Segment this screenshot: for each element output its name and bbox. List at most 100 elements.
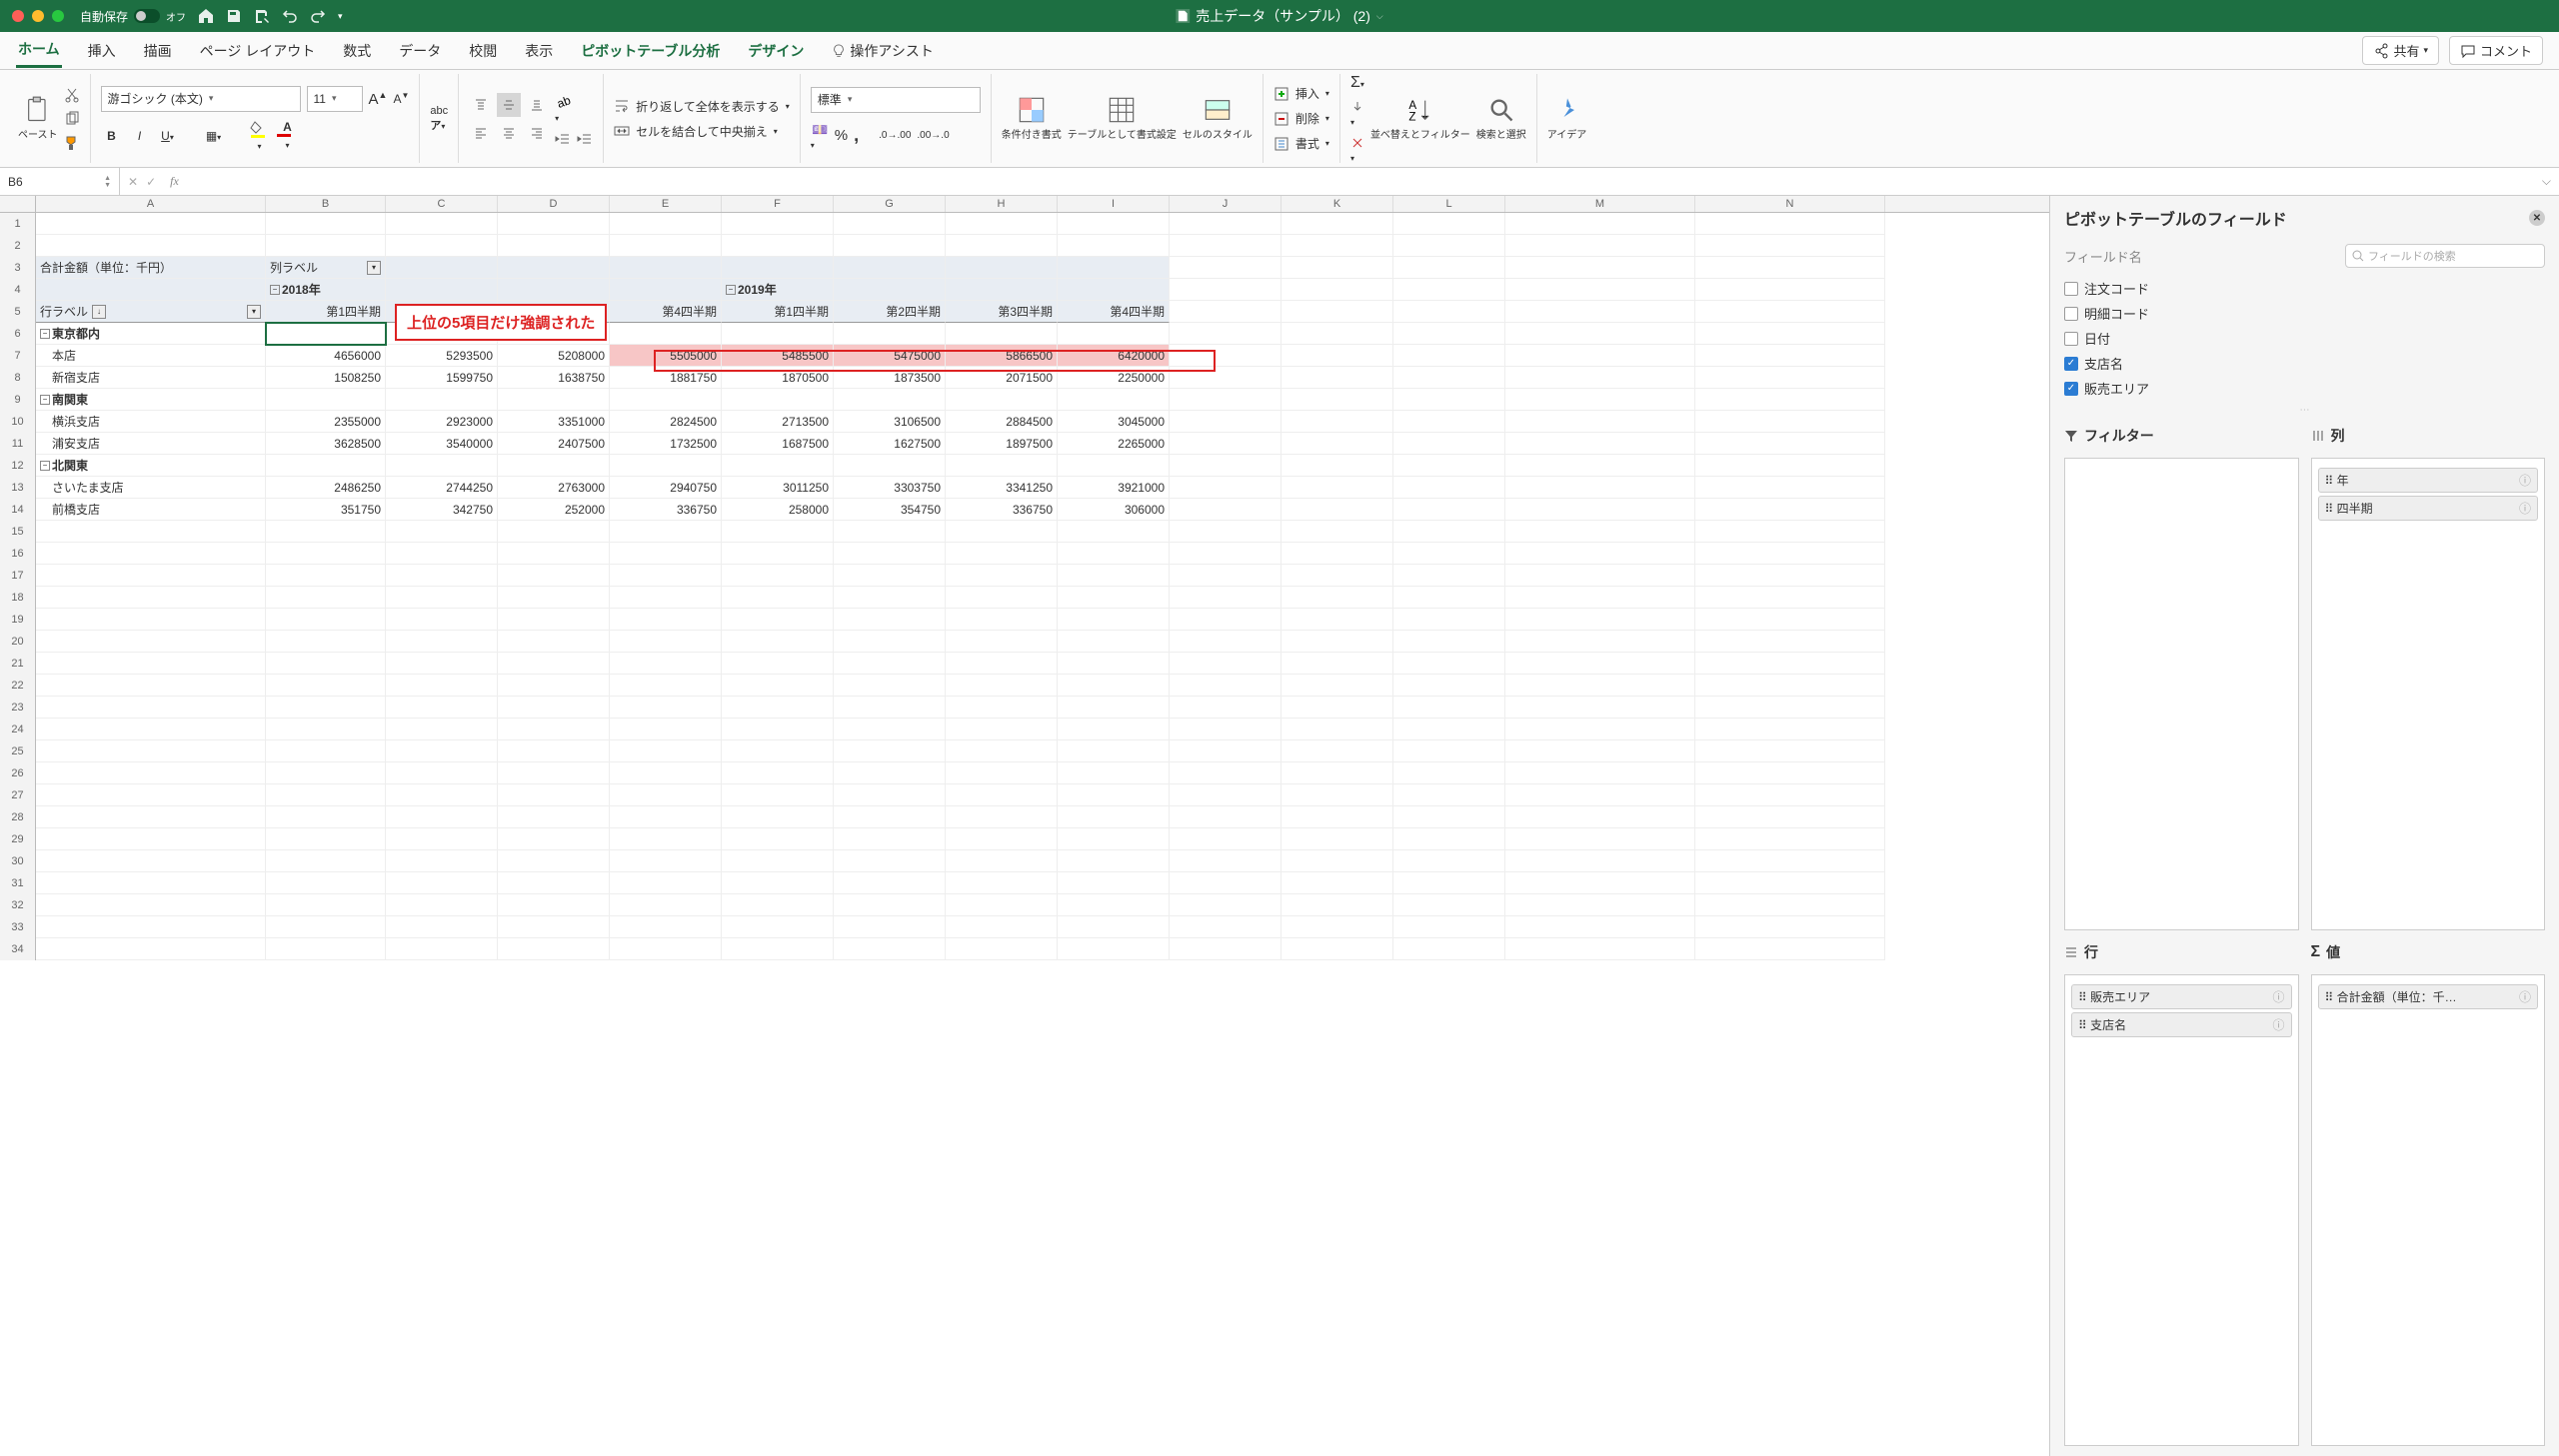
cell[interactable]	[386, 235, 498, 257]
cell[interactable]	[386, 279, 498, 301]
comma-button[interactable]: ,	[854, 125, 859, 146]
cell[interactable]	[498, 543, 610, 565]
row-header[interactable]: 9	[0, 389, 36, 411]
row-header[interactable]: 28	[0, 806, 36, 828]
fx-icon[interactable]: fx	[164, 174, 179, 189]
increase-font-icon[interactable]: A▲	[369, 90, 388, 108]
cell[interactable]	[266, 235, 386, 257]
cell[interactable]	[946, 521, 1058, 543]
cell[interactable]	[1058, 631, 1170, 653]
cell[interactable]	[1695, 279, 1885, 301]
cell[interactable]: 2071500	[946, 367, 1058, 389]
copy-icon[interactable]	[64, 111, 80, 127]
cell[interactable]	[266, 697, 386, 719]
font-name-select[interactable]: 游ゴシック (本文)▾	[101, 86, 301, 112]
cell[interactable]	[1170, 411, 1281, 433]
cell[interactable]: 列ラベル ▾	[266, 257, 386, 279]
cell[interactable]	[36, 653, 266, 675]
cell[interactable]	[1393, 455, 1505, 477]
zoom-window[interactable]	[52, 10, 64, 22]
cell[interactable]	[1281, 653, 1393, 675]
cell[interactable]: 2744250	[386, 477, 498, 499]
cell[interactable]	[834, 697, 946, 719]
column-header[interactable]: M	[1505, 196, 1695, 212]
cell[interactable]	[946, 653, 1058, 675]
cell[interactable]	[722, 916, 834, 938]
row-header[interactable]: 14	[0, 499, 36, 521]
column-header[interactable]: I	[1058, 196, 1170, 212]
cell[interactable]	[36, 213, 266, 235]
cell[interactable]	[36, 828, 266, 850]
border-button[interactable]: ▦▾	[203, 129, 225, 143]
cell[interactable]	[1505, 213, 1695, 235]
cell[interactable]	[498, 235, 610, 257]
cell[interactable]	[1505, 565, 1695, 587]
cell[interactable]	[1170, 433, 1281, 455]
merge-button[interactable]: セルを結合して中央揃え▾	[614, 123, 790, 140]
conditional-format-button[interactable]: 条件付き書式	[1002, 96, 1062, 141]
cell[interactable]	[1505, 697, 1695, 719]
delete-cells-button[interactable]: 削除▾	[1274, 110, 1329, 127]
cell[interactable]	[498, 938, 610, 960]
align-bottom-icon[interactable]	[525, 93, 549, 117]
cell[interactable]	[610, 719, 722, 740]
cell[interactable]	[722, 455, 834, 477]
row-header[interactable]: 16	[0, 543, 36, 565]
cell[interactable]	[1058, 543, 1170, 565]
cell[interactable]	[1058, 894, 1170, 916]
tab-formulas[interactable]: 数式	[341, 35, 373, 67]
row-header[interactable]: 34	[0, 938, 36, 960]
percent-button[interactable]: %	[835, 127, 848, 144]
cell[interactable]	[610, 916, 722, 938]
cell[interactable]: 3011250	[722, 477, 834, 499]
cell[interactable]	[1505, 740, 1695, 762]
cell[interactable]	[722, 784, 834, 806]
cell[interactable]	[722, 389, 834, 411]
cell[interactable]: 本店	[36, 345, 266, 367]
tab-page-layout[interactable]: ページ レイアウト	[198, 35, 318, 67]
cell[interactable]	[1170, 235, 1281, 257]
cell[interactable]	[386, 543, 498, 565]
cell[interactable]	[498, 565, 610, 587]
cell[interactable]	[498, 762, 610, 784]
cell[interactable]	[946, 323, 1058, 345]
cell[interactable]	[266, 609, 386, 631]
cell[interactable]: 2923000	[386, 411, 498, 433]
cell[interactable]	[386, 806, 498, 828]
clear-button[interactable]: ▾	[1350, 136, 1364, 164]
cell[interactable]	[610, 938, 722, 960]
tab-data[interactable]: データ	[397, 35, 443, 67]
pill-branch[interactable]: ⠿ 支店名ⓘ	[2071, 1012, 2292, 1037]
cell[interactable]	[1505, 411, 1695, 433]
cell[interactable]	[266, 631, 386, 653]
cell[interactable]	[946, 872, 1058, 894]
home-icon[interactable]	[198, 8, 214, 24]
cell[interactable]	[386, 916, 498, 938]
cell[interactable]	[834, 543, 946, 565]
cell[interactable]: 252000	[498, 499, 610, 521]
cell[interactable]	[946, 565, 1058, 587]
cell[interactable]	[610, 762, 722, 784]
cell[interactable]	[722, 543, 834, 565]
cell[interactable]	[1393, 675, 1505, 697]
cell[interactable]: −2019年	[722, 279, 834, 301]
tab-insert[interactable]: 挿入	[86, 35, 118, 67]
cell[interactable]	[1505, 521, 1695, 543]
cell[interactable]	[1170, 301, 1281, 323]
row-header[interactable]: 12	[0, 455, 36, 477]
cell[interactable]	[1505, 455, 1695, 477]
cell[interactable]	[610, 323, 722, 345]
cell[interactable]	[1058, 587, 1170, 609]
cell[interactable]	[1281, 345, 1393, 367]
cell[interactable]	[266, 213, 386, 235]
cell[interactable]: 336750	[946, 499, 1058, 521]
cell[interactable]	[498, 828, 610, 850]
cell[interactable]	[1695, 499, 1885, 521]
cell[interactable]	[1505, 367, 1695, 389]
cell[interactable]	[1695, 850, 1885, 872]
cell[interactable]	[1281, 784, 1393, 806]
field-area[interactable]: ✓販売エリア	[2064, 376, 2545, 401]
cell[interactable]: 336750	[610, 499, 722, 521]
cell[interactable]	[1281, 916, 1393, 938]
save-as-icon[interactable]	[254, 8, 270, 24]
